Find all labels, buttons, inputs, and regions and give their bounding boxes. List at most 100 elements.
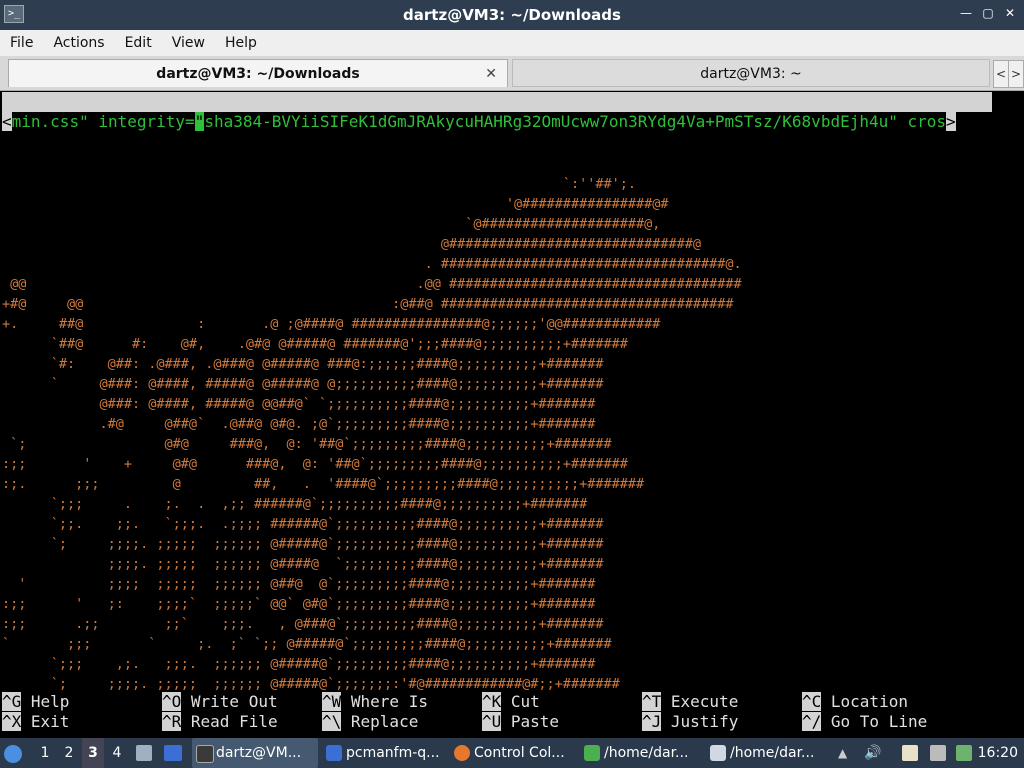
code-before-cursor: min.css" integrity= — [11, 112, 195, 131]
close-tab-icon[interactable]: ✕ — [485, 60, 497, 88]
task-label: /home/dar... — [604, 745, 689, 761]
menu-file[interactable]: File — [0, 35, 43, 51]
window-title: dartz@VM3: ~/Downloads — [403, 6, 621, 24]
task-pcmanfm[interactable]: pcmanfm-q... — [322, 738, 446, 768]
nano-shortcut-bar: ^G Help ^O Write Out ^W Where Is ^K Cut ^T E… — [0, 692, 1024, 732]
ascii-art-line: `; @#@ ###@, @: '##@`;;;;;;;;;####@;;;;;… — [2, 436, 612, 452]
ascii-art-line: :;; ' ;: ;;;;` ;;;;;` @@` @#@`;;;;;;;;;#… — [2, 596, 596, 612]
shortcut-label: Exit — [21, 712, 70, 731]
task-terminal[interactable]: dartz@VM... — [192, 738, 318, 768]
code-after-cursor: sha384-BVYiiSIFeK1dGmJRAkycuHAHRg32OmUcw… — [204, 112, 947, 131]
tab-scroll-right-button[interactable]: > — [1008, 60, 1024, 88]
task-image-viewer[interactable]: /home/dar... — [706, 738, 830, 768]
update-notifier-icon[interactable] — [956, 745, 972, 761]
ascii-art-line: @###: @####, #####@ @@##@` `;;;;;;;;;;##… — [2, 396, 596, 412]
shortcut-key: ^T — [642, 692, 662, 711]
ascii-art-line: ' ;;;; ;;;;; ;;;;;; @##@ @`;;;;;;;;;####… — [2, 576, 596, 592]
tab-downloads[interactable]: dartz@VM3: ~/Downloads ✕ — [8, 59, 508, 87]
shortcut-location: ^C Location — [802, 692, 908, 712]
start-menu-icon[interactable] — [4, 745, 22, 763]
text-cursor: " — [194, 112, 205, 131]
workspace-1[interactable]: 1 — [34, 738, 56, 768]
firefox-icon — [454, 745, 470, 761]
shortcut-label: Justify — [661, 712, 739, 731]
shortcut-where-is: ^W Where Is — [322, 692, 428, 712]
task-label: Control Col... — [474, 745, 565, 761]
image-viewer-icon — [710, 745, 726, 761]
workspace-3[interactable]: 3 — [82, 738, 104, 768]
tab-scroll-left-button[interactable]: < — [993, 60, 1009, 88]
clipboard-icon[interactable] — [902, 745, 918, 761]
tab-label: dartz@VM3: ~/Downloads — [156, 66, 360, 82]
text-editor-icon — [584, 745, 600, 761]
line-overflow-left-marker: < — [2, 112, 12, 131]
minimize-button[interactable]: — — [958, 5, 974, 21]
menu-view[interactable]: View — [162, 35, 215, 51]
ascii-art-line: .#@ @##@` .@##@ @#@. ;@`;;;;;;;;;####@;;… — [2, 416, 596, 432]
clock: 16:20 — [977, 745, 1018, 761]
nano-header: GNU nano 6.2 /var/www/html/index.html — [2, 92, 992, 151]
shortcut-help: ^G Help — [2, 692, 69, 712]
task-firefox[interactable]: Control Col... — [450, 738, 576, 768]
terminal-area[interactable]: GNU nano 6.2 /var/www/html/index.html <m… — [0, 92, 1024, 734]
ascii-art-line: @##############################@ — [2, 236, 701, 252]
shortcut-key: ^C — [802, 692, 822, 711]
task-label: /home/dar... — [730, 745, 815, 761]
shortcut-key: ^J — [642, 712, 662, 731]
close-window-button[interactable]: ✕ — [1002, 5, 1018, 21]
ascii-art-line: `@####################@, — [2, 216, 661, 232]
shortcut-replace: ^\ Replace — [322, 712, 418, 732]
ascii-art-line: '@################@# — [2, 196, 669, 212]
shortcut-label: Cut — [501, 692, 540, 711]
shortcut-exit: ^X Exit — [2, 712, 69, 732]
taskbar: 1 2 3 4 dartz@VM... pcmanfm-q... Control… — [0, 738, 1024, 768]
ascii-art-line: `:''##';. — [2, 176, 636, 192]
ascii-art-line: . ###################################@. — [2, 256, 742, 272]
menu-actions[interactable]: Actions — [43, 35, 114, 51]
shortcut-label: Help — [21, 692, 70, 711]
ascii-art-line: ` @###: @####, #####@ @#####@ @;;;;;;;;;… — [2, 376, 604, 392]
shortcut-label: Replace — [341, 712, 419, 731]
ascii-art-line: @@ .@@ #################################… — [2, 276, 742, 292]
shortcut-read-file: ^R Read File — [162, 712, 278, 732]
tab-label: dartz@VM3: ~ — [700, 66, 802, 82]
shortcut-key: ^G — [2, 692, 22, 711]
shortcut-label: Location — [821, 692, 908, 711]
shortcut-label: Write Out — [181, 692, 278, 711]
workspace-2[interactable]: 2 — [58, 738, 80, 768]
shortcut-key: ^U — [482, 712, 502, 731]
task-text-editor[interactable]: /home/dar... — [580, 738, 704, 768]
menu-help[interactable]: Help — [215, 35, 267, 51]
ascii-art-line: `##@ #: @#, .@#@ @#####@ #######@';;;###… — [2, 336, 628, 352]
workspace-4[interactable]: 4 — [106, 738, 128, 768]
shortcut-write-out: ^O Write Out — [162, 692, 278, 712]
shortcut-label: Where Is — [341, 692, 428, 711]
shortcut-key: ^\ — [322, 712, 342, 731]
network-icon[interactable] — [930, 745, 946, 761]
title-bar: >_ dartz@VM3: ~/Downloads — ▢ ✕ — [0, 0, 1024, 30]
ascii-art-line: ;;;;. ;;;;; ;;;;;; @####@ `;;;;;;;;;####… — [2, 556, 604, 572]
nano-filename: /var/www/html/index.html — [404, 132, 636, 151]
task-label: dartz@VM... — [216, 745, 302, 761]
shortcut-execute: ^T Execute — [642, 692, 738, 712]
tab-strip: dartz@VM3: ~/Downloads ✕ dartz@VM3: ~ — [0, 56, 1024, 91]
maximize-button[interactable]: ▢ — [980, 5, 996, 21]
editor-line[interactable]: <min.css" integrity="sha384-BVYiiSIFeK1d… — [2, 112, 992, 132]
line-overflow-right-marker: > — [946, 112, 956, 131]
shortcut-label: Go To Line — [821, 712, 928, 731]
tray-expand-icon[interactable]: ▲ — [838, 745, 854, 761]
ascii-art-line: `; ;;;;. ;;;;; ;;;;;; @#####@`;;;;;;;:'#… — [2, 676, 620, 692]
terminal-icon — [196, 745, 214, 763]
show-desktop-icon[interactable] — [136, 745, 152, 761]
shortcut-label: Paste — [501, 712, 560, 731]
tab-home[interactable]: dartz@VM3: ~ — [512, 59, 990, 87]
menu-edit[interactable]: Edit — [115, 35, 162, 51]
volume-icon[interactable]: 🔊 — [864, 745, 881, 761]
ascii-art-line: `; ;;;;. ;;;;; ;;;;;; @#####@`;;;;;;;;;;… — [2, 536, 604, 552]
shortcut-label: Execute — [661, 692, 739, 711]
ascii-art-line: `;;; ,;. ;;;. ;;;;;; @#####@`;;;;;;;;;##… — [2, 656, 596, 672]
ascii-art-line: +. ##@ : .@ ;@####@ ################@;;;… — [2, 316, 661, 332]
ascii-art-line: :;; .;; ;;` ;;;. , @###@`;;;;;;;;;####@;… — [2, 616, 604, 632]
file-manager-launcher-icon[interactable] — [164, 745, 182, 761]
menu-bar: File Actions Edit View Help — [0, 30, 1024, 56]
